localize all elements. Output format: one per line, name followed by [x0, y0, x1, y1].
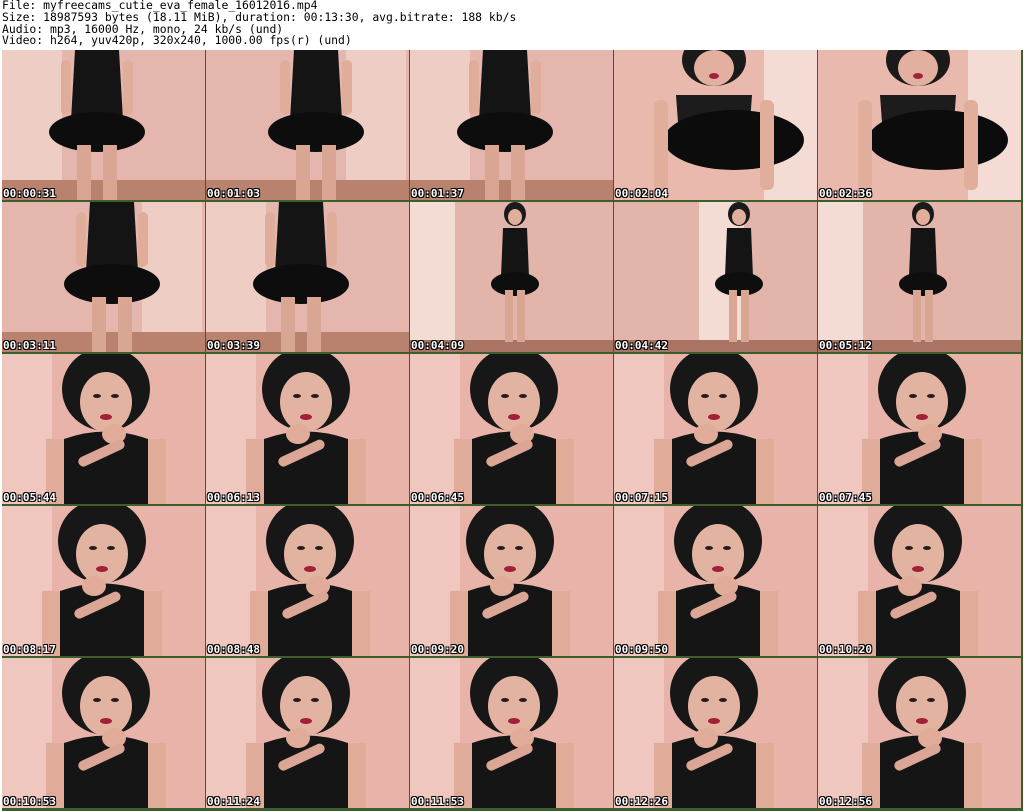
thumbnail-timestamp: 00:10:20: [819, 643, 872, 656]
thumbnail-timestamp: 00:02:36: [819, 187, 872, 200]
thumbnail-image: [818, 354, 1021, 504]
thumbnail-frame: 00:06:13: [206, 354, 409, 504]
thumbnail-timestamp: 00:06:45: [411, 491, 464, 504]
thumbnail-image: [206, 658, 409, 808]
thumbnail-image: [206, 354, 409, 504]
thumbnail-image: [818, 658, 1021, 808]
thumbnail-timestamp: 00:11:24: [207, 795, 260, 808]
thumbnail-timestamp: 00:05:44: [3, 491, 56, 504]
thumbnail-timestamp: 00:12:56: [819, 795, 872, 808]
thumbnail-frame: 00:04:42: [614, 202, 817, 352]
thumbnail-frame: 00:08:48: [206, 506, 409, 656]
thumbnail-timestamp: 00:03:39: [207, 339, 260, 352]
thumbnail-image: [410, 658, 613, 808]
thumbnail-timestamp: 00:02:04: [615, 187, 668, 200]
thumbnail-frame: 00:11:24: [206, 658, 409, 808]
thumbnail-frame: 00:02:36: [818, 50, 1021, 200]
thumbnail-timestamp: 00:11:53: [411, 795, 464, 808]
file-info-header: File: myfreecams_cutie_eva_female_160120…: [2, 0, 516, 47]
thumbnail-image: [206, 50, 409, 200]
thumbnail-timestamp: 00:01:37: [411, 187, 464, 200]
thumbnail-image: [2, 50, 205, 200]
thumbnail-frame: 00:02:04: [614, 50, 817, 200]
thumbnail-image: [410, 506, 613, 656]
thumbnail-image: [614, 202, 817, 352]
video-info-line: Video: h264, yuv420p, 320x240, 1000.00 f…: [2, 33, 352, 48]
thumbnail-frame: 00:07:45: [818, 354, 1021, 504]
thumbnail-timestamp: 00:01:03: [207, 187, 260, 200]
thumbnail-frame: 00:03:39: [206, 202, 409, 352]
thumbnail-image: [2, 658, 205, 808]
thumbnail-frame: 00:08:17: [2, 506, 205, 656]
thumbnail-frame: 00:12:26: [614, 658, 817, 808]
thumbnail-timestamp: 00:05:12: [819, 339, 872, 352]
thumbnail-frame: 00:09:50: [614, 506, 817, 656]
thumbnail-image: [206, 506, 409, 656]
thumbnail-timestamp: 00:12:26: [615, 795, 668, 808]
thumbnail-image: [410, 50, 613, 200]
thumbnail-frame: 00:10:53: [2, 658, 205, 808]
thumbnail-image: [614, 354, 817, 504]
thumbnail-frame: 00:11:53: [410, 658, 613, 808]
thumbnail-timestamp: 00:07:45: [819, 491, 872, 504]
thumbnail-timestamp: 00:10:53: [3, 795, 56, 808]
thumbnail-timestamp: 00:09:20: [411, 643, 464, 656]
thumbnail-timestamp: 00:03:11: [3, 339, 56, 352]
thumbnail-frame: 00:09:20: [410, 506, 613, 656]
thumbnail-image: [818, 50, 1021, 200]
thumbnail-image: [410, 202, 613, 352]
thumbnail-frame: 00:07:15: [614, 354, 817, 504]
thumbnail-image: [614, 50, 817, 200]
thumbnail-image: [2, 506, 205, 656]
thumbnail-frame: 00:05:12: [818, 202, 1021, 352]
thumbnail-frame: 00:05:44: [2, 354, 205, 504]
thumbnail-image: [818, 202, 1021, 352]
thumbnail-frame: 00:01:03: [206, 50, 409, 200]
thumbnail-frame: 00:00:31: [2, 50, 205, 200]
thumbnail-timestamp: 00:07:15: [615, 491, 668, 504]
thumbnail-timestamp: 00:08:48: [207, 643, 260, 656]
thumbnail-image: [206, 202, 409, 352]
thumbnail-frame: 00:04:09: [410, 202, 613, 352]
thumbnail-image: [818, 506, 1021, 656]
thumbnail-image: [410, 354, 613, 504]
thumbnail-grid: 00:00:31 00:01:03 00:01:37 00:02:04 00:02:36…: [2, 50, 1023, 811]
thumbnail-image: [614, 506, 817, 656]
thumbnail-timestamp: 00:04:42: [615, 339, 668, 352]
thumbnail-frame: 00:12:56: [818, 658, 1021, 808]
thumbnail-frame: 00:03:11: [2, 202, 205, 352]
thumbnail-timestamp: 00:04:09: [411, 339, 464, 352]
thumbnail-image: [2, 202, 205, 352]
thumbnail-frame: 00:06:45: [410, 354, 613, 504]
thumbnail-frame: 00:10:20: [818, 506, 1021, 656]
thumbnail-frame: 00:01:37: [410, 50, 613, 200]
thumbnail-timestamp: 00:09:50: [615, 643, 668, 656]
thumbnail-timestamp: 00:06:13: [207, 491, 260, 504]
thumbnail-timestamp: 00:08:17: [3, 643, 56, 656]
thumbnail-timestamp: 00:00:31: [3, 187, 56, 200]
thumbnail-image: [614, 658, 817, 808]
thumbnail-image: [2, 354, 205, 504]
